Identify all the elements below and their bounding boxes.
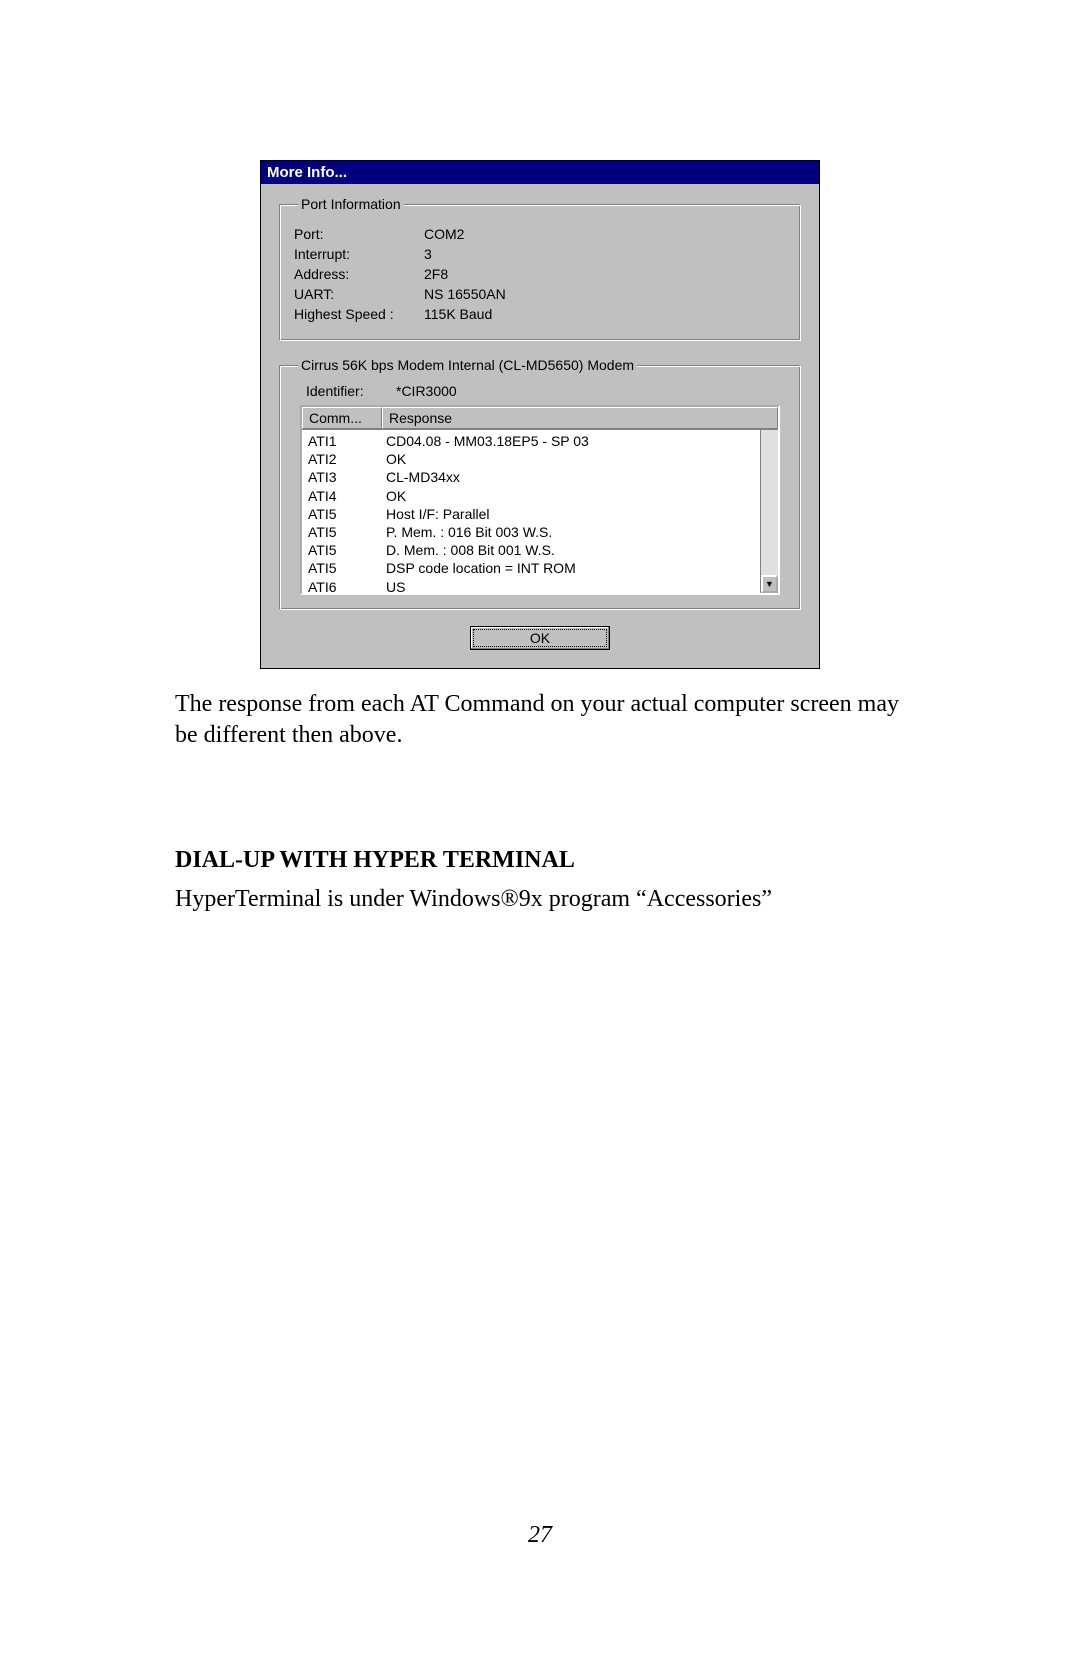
speed-row: Highest Speed : 115K Baud <box>294 306 786 322</box>
table-row[interactable]: ATI4OK <box>308 487 772 505</box>
dialog-title-bar: More Info... <box>261 161 819 184</box>
scroll-track[interactable] <box>761 425 778 575</box>
interrupt-label: Interrupt: <box>294 246 424 262</box>
modem-group: Cirrus 56K bps Modem Internal (CL-MD5650… <box>279 357 801 610</box>
response-table-container: Comm... Response ATI1CD04.08 - MM03.18EP… <box>300 405 780 595</box>
port-value: COM2 <box>424 226 786 242</box>
listview-header: Comm... Response <box>302 407 778 430</box>
column-header-response[interactable]: Response <box>382 407 778 429</box>
body-paragraph-2: HyperTerminal is under Windows®9x progra… <box>175 884 905 915</box>
table-row[interactable]: ATI3CL-MD34xx <box>308 468 772 486</box>
speed-label: Highest Speed : <box>294 306 424 322</box>
more-info-dialog: More Info... Port Information Port: COM2… <box>260 160 820 669</box>
port-row: Port: COM2 <box>294 226 786 242</box>
table-row[interactable]: ATI5P. Mem. : 016 Bit 003 W.S. <box>308 523 772 541</box>
uart-row: UART: NS 16550AN <box>294 286 786 302</box>
section-heading: DIAL-UP WITH HYPER TERMINAL <box>175 847 905 874</box>
ok-button[interactable]: OK <box>470 626 610 650</box>
identifier-row: Identifier: *CIR3000 <box>306 383 786 399</box>
address-row: Address: 2F8 <box>294 266 786 282</box>
table-row[interactable]: ATI5DSP code location = INT ROM <box>308 559 772 577</box>
address-label: Address: <box>294 266 424 282</box>
identifier-label: Identifier: <box>306 383 396 399</box>
uart-label: UART: <box>294 286 424 302</box>
response-listview[interactable]: Comm... Response ATI1CD04.08 - MM03.18EP… <box>300 405 780 595</box>
table-row[interactable]: ATI5D. Mem. : 008 Bit 001 W.S. <box>308 541 772 559</box>
address-value: 2F8 <box>424 266 786 282</box>
scroll-down-button[interactable]: ▼ <box>761 575 778 593</box>
listview-rows: ATI1CD04.08 - MM03.18EP5 - SP 03 ATI2OK … <box>302 430 778 595</box>
port-info-legend: Port Information <box>298 196 404 212</box>
uart-value: NS 16550AN <box>424 286 786 302</box>
identifier-value: *CIR3000 <box>396 383 457 399</box>
table-row[interactable]: ATI1CD04.08 - MM03.18EP5 - SP 03 <box>308 432 772 450</box>
table-row[interactable]: ATI5Host I/F: Parallel <box>308 505 772 523</box>
page-number: 27 <box>0 1522 1080 1549</box>
column-header-comm[interactable]: Comm... <box>302 407 382 429</box>
body-paragraph-1: The response from each AT Command on you… <box>175 689 905 751</box>
dialog-body: Port Information Port: COM2 Interrupt: 3… <box>261 184 819 668</box>
interrupt-value: 3 <box>424 246 786 262</box>
scrollbar[interactable]: ▲ ▼ <box>760 407 778 593</box>
table-row[interactable]: ATI6US <box>308 578 772 596</box>
port-label: Port: <box>294 226 424 242</box>
table-row[interactable]: ATI2OK <box>308 450 772 468</box>
modem-legend: Cirrus 56K bps Modem Internal (CL-MD5650… <box>298 357 637 373</box>
speed-value: 115K Baud <box>424 306 786 322</box>
interrupt-row: Interrupt: 3 <box>294 246 786 262</box>
dialog-title: More Info... <box>267 164 347 181</box>
ok-button-wrap: OK <box>279 626 801 650</box>
port-information-group: Port Information Port: COM2 Interrupt: 3… <box>279 196 801 341</box>
